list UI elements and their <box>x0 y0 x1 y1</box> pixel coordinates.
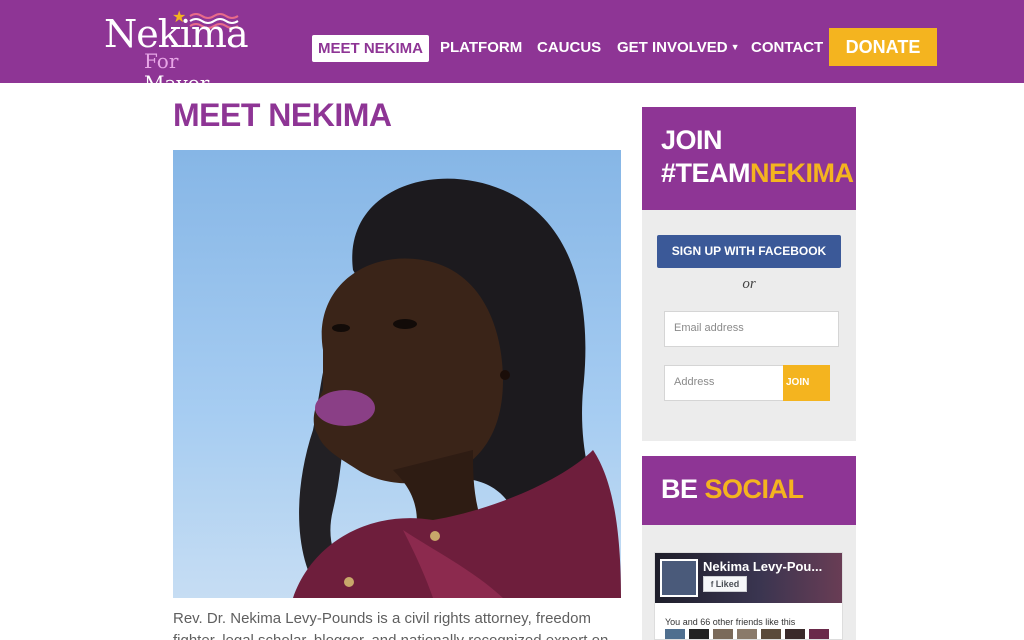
logo-name: Nekima <box>104 12 249 56</box>
address-field[interactable]: Address <box>664 365 784 401</box>
facebook-page-name[interactable]: Nekima Levy-Pou... <box>703 559 822 574</box>
facebook-page-widget[interactable]: Nekima Levy-Pou... f Liked You and 66 ot… <box>654 552 843 640</box>
join-title-line2: #TEAMNEKIMA <box>661 157 854 189</box>
friend-avatar[interactable] <box>689 629 709 639</box>
nav-meet-nekima[interactable]: MEET NEKIMA <box>312 35 429 62</box>
nav-contact[interactable]: CONTACT <box>751 34 823 61</box>
logo-subtitle: For Mayor <box>144 50 244 94</box>
join-title-highlight: NEKIMA <box>750 158 854 188</box>
join-card: JOIN #TEAMNEKIMA SIGN UP WITH FACEBOOK o… <box>642 107 856 441</box>
facebook-friends-text: You and 66 other friends like this <box>665 617 796 627</box>
page-title: MEET NEKIMA <box>173 97 392 133</box>
join-button[interactable]: JOIN <box>783 365 830 401</box>
bio-paragraph: Rev. Dr. Nekima Levy-Pounds is a civil r… <box>173 610 608 640</box>
friend-avatar[interactable] <box>737 629 757 639</box>
site-header: ★ Nekima For Mayor MEET NEKIMA PLATFORM … <box>0 0 1024 95</box>
facebook-signup-button[interactable]: SIGN UP WITH FACEBOOK <box>657 235 841 268</box>
facebook-page-avatar[interactable] <box>660 559 698 597</box>
portrait-illustration <box>293 178 621 598</box>
join-title-line1: JOIN <box>661 125 723 155</box>
nav-get-involved[interactable]: GET INVOLVED ▼ <box>617 34 740 61</box>
social-title-prefix: BE <box>661 474 705 504</box>
join-title-prefix: #TEAM <box>661 158 751 188</box>
logo-mayor: Mayor <box>144 71 210 95</box>
caret-down-icon: ▼ <box>730 42 740 52</box>
or-separator: or <box>742 276 756 292</box>
social-title-highlight: SOCIAL <box>704 474 805 504</box>
site-logo[interactable]: ★ Nekima For Mayor <box>104 10 249 95</box>
facebook-liked-button[interactable]: f Liked <box>703 576 747 592</box>
nav-platform[interactable]: PLATFORM <box>440 34 522 61</box>
social-box: Nekima Levy-Pou... f Liked You and 66 ot… <box>642 525 856 640</box>
friend-avatar[interactable] <box>665 629 685 639</box>
facebook-liked-label: Liked <box>715 579 740 589</box>
friend-avatar[interactable] <box>761 629 781 639</box>
logo-for: For <box>144 49 179 73</box>
friend-avatar[interactable] <box>809 629 829 639</box>
email-field[interactable]: Email address <box>664 311 839 347</box>
friend-avatar[interactable] <box>713 629 733 639</box>
social-title: BE SOCIAL <box>661 473 804 505</box>
donate-button[interactable]: DONATE <box>829 28 937 66</box>
social-header: BE SOCIAL <box>642 456 856 525</box>
candidate-portrait <box>173 150 621 598</box>
nav-caucus[interactable]: CAUCUS <box>537 34 601 61</box>
join-header: JOIN #TEAMNEKIMA <box>642 107 856 210</box>
friend-avatar[interactable] <box>785 629 805 639</box>
nav-get-involved-label: GET INVOLVED <box>617 39 728 56</box>
